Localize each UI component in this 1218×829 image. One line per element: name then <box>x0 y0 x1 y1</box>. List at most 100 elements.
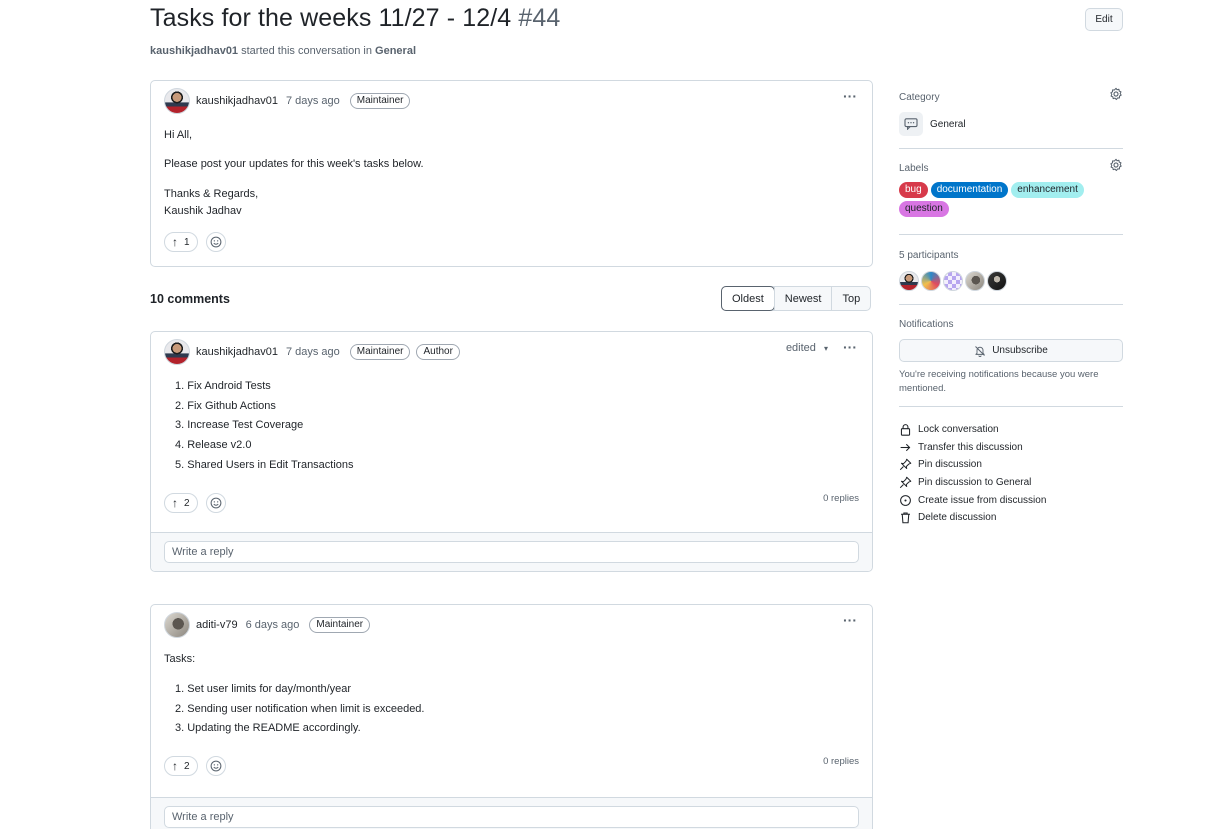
comment-card: aditi-v79 6 days ago Maintainer ··· Task… <box>150 604 873 829</box>
list-item: 2. Sending user notification when limit … <box>175 702 425 715</box>
starter-link[interactable]: kaushikjadhav01 <box>150 45 238 57</box>
sidebar-actions: Lock conversation Transfer this discussi… <box>899 421 1123 527</box>
comment-time[interactable]: 7 days ago <box>286 346 340 358</box>
task-list: 1. Fix Android Tests 2. Fix Github Actio… <box>175 379 354 477</box>
speech-bubble-icon <box>899 112 923 136</box>
author-link[interactable]: aditi-v79 <box>196 619 238 631</box>
more-options-icon[interactable]: ··· <box>843 612 857 628</box>
action-label: Transfer this discussion <box>918 441 1023 453</box>
label-bug[interactable]: bug <box>899 182 928 198</box>
sort-oldest-button[interactable]: Oldest <box>721 286 775 311</box>
comment-time[interactable]: 6 days ago <box>246 619 300 631</box>
divider <box>899 234 1123 235</box>
arrow-right-icon <box>900 443 911 452</box>
reply-area: Write a reply <box>151 797 872 829</box>
unsubscribe-button[interactable]: Unsubscribe <box>899 339 1123 362</box>
category-item[interactable]: General <box>899 112 1123 136</box>
notifications-label: Notifications <box>899 319 954 330</box>
gear-icon[interactable] <box>1109 158 1123 172</box>
reactions: ↑ 1 <box>164 232 226 252</box>
maintainer-badge: Maintainer <box>309 617 371 633</box>
page-title: Tasks for the weeks 11/27 - 12/4 #44 <box>150 4 560 33</box>
lock-conversation-button[interactable]: Lock conversation <box>899 421 1123 439</box>
author-link[interactable]: kaushikjadhav01 <box>196 95 278 107</box>
discussion-subtitle: kaushikjadhav01 started this conversatio… <box>150 45 416 57</box>
original-post: kaushikjadhav01 7 days ago Maintainer ··… <box>150 80 873 267</box>
more-options-icon[interactable]: ··· <box>843 88 857 104</box>
caret-down-icon: ▾ <box>823 344 828 353</box>
upvote-button[interactable]: ↑ 2 <box>164 756 198 776</box>
label-question[interactable]: question <box>899 201 949 217</box>
maintainer-badge: Maintainer <box>349 93 411 109</box>
comment-header: kaushikjadhav01 7 days ago Maintainer Au… <box>164 339 460 365</box>
list-item: 3. Increase Test Coverage <box>175 419 304 432</box>
reply-area: Write a reply <box>151 532 872 571</box>
arrow-up-icon: ↑ <box>172 759 178 773</box>
action-label: Pin discussion <box>918 459 982 471</box>
avatar[interactable] <box>899 271 919 291</box>
avatar[interactable] <box>921 271 941 291</box>
edited-label: edited <box>785 342 816 354</box>
discussion-number: #44 <box>518 4 561 32</box>
unsubscribe-label: Unsubscribe <box>992 345 1048 356</box>
add-reaction-button[interactable] <box>205 232 226 252</box>
delete-discussion-button[interactable]: Delete discussion <box>899 509 1123 527</box>
reply-count: 0 replies <box>823 756 859 767</box>
avatar[interactable] <box>164 612 190 638</box>
upvote-count: 2 <box>184 497 190 509</box>
reply-count: 0 replies <box>823 493 859 504</box>
avatar[interactable] <box>164 339 190 365</box>
add-reaction-button[interactable] <box>205 493 226 513</box>
list-item: 3. Updating the README accordingly. <box>175 722 361 735</box>
avatar[interactable] <box>987 271 1007 291</box>
sort-top-button[interactable]: Top <box>831 287 870 310</box>
smiley-icon <box>210 236 221 248</box>
category-name: General <box>930 118 966 130</box>
add-reaction-button[interactable] <box>205 756 226 776</box>
avatar[interactable] <box>164 88 190 114</box>
pin-discussion-button[interactable]: Pin discussion <box>899 456 1123 474</box>
post-time[interactable]: 7 days ago <box>286 95 340 107</box>
upvote-button[interactable]: ↑ 2 <box>164 493 198 513</box>
started-text: started this conversation in <box>238 45 376 57</box>
sidebar-labels: Labels bug documentation enhancement que… <box>899 158 1123 217</box>
pin-discussion-to-category-button[interactable]: Pin discussion to General <box>899 474 1123 492</box>
upvote-count: 1 <box>184 236 190 248</box>
smiley-icon <box>210 497 221 509</box>
action-label: Delete discussion <box>918 512 997 524</box>
category-label: Category <box>899 92 940 103</box>
edited-dropdown[interactable]: edited ▾ <box>786 342 828 354</box>
divider <box>899 148 1123 149</box>
reactions: ↑ 2 <box>164 493 226 513</box>
transfer-discussion-button[interactable]: Transfer this discussion <box>899 439 1123 457</box>
category-link[interactable]: General <box>375 45 416 57</box>
action-label: Lock conversation <box>918 424 999 436</box>
bell-slash-icon <box>975 345 986 357</box>
participants-list <box>899 271 1123 291</box>
comment-header: aditi-v79 6 days ago Maintainer <box>164 612 371 638</box>
label-documentation[interactable]: documentation <box>930 182 1009 198</box>
more-options-icon[interactable]: ··· <box>843 339 857 355</box>
create-issue-button[interactable]: Create issue from discussion <box>899 491 1123 509</box>
avatar[interactable] <box>965 271 985 291</box>
gear-icon[interactable] <box>1109 87 1123 101</box>
sort-newest-button[interactable]: Newest <box>773 287 832 310</box>
reply-input[interactable]: Write a reply <box>164 541 859 563</box>
sidebar-notifications: Notifications Unsubscribe You're receivi… <box>899 319 1123 396</box>
author-link[interactable]: kaushikjadhav01 <box>196 346 278 358</box>
title-text: Tasks for the weeks 11/27 - 12/4 <box>150 4 512 32</box>
avatar[interactable] <box>943 271 963 291</box>
post-line: Please post your updates for this week's… <box>164 158 424 170</box>
labels-list: bug documentation enhancement question <box>899 182 1099 217</box>
upvote-count: 2 <box>184 760 190 772</box>
sidebar-participants: 5 participants <box>899 250 1123 291</box>
label-enhancement[interactable]: enhancement <box>1011 182 1084 198</box>
participants-label: 5 participants <box>899 250 959 261</box>
list-item: 1. Set user limits for day/month/year <box>175 683 352 695</box>
edit-button[interactable]: Edit <box>1085 8 1123 31</box>
smiley-icon <box>210 760 221 772</box>
reply-input[interactable]: Write a reply <box>164 806 859 828</box>
comment-card: kaushikjadhav01 7 days ago Maintainer Au… <box>150 331 873 572</box>
upvote-button[interactable]: ↑ 1 <box>164 232 198 252</box>
post-header: kaushikjadhav01 7 days ago Maintainer <box>164 88 411 114</box>
